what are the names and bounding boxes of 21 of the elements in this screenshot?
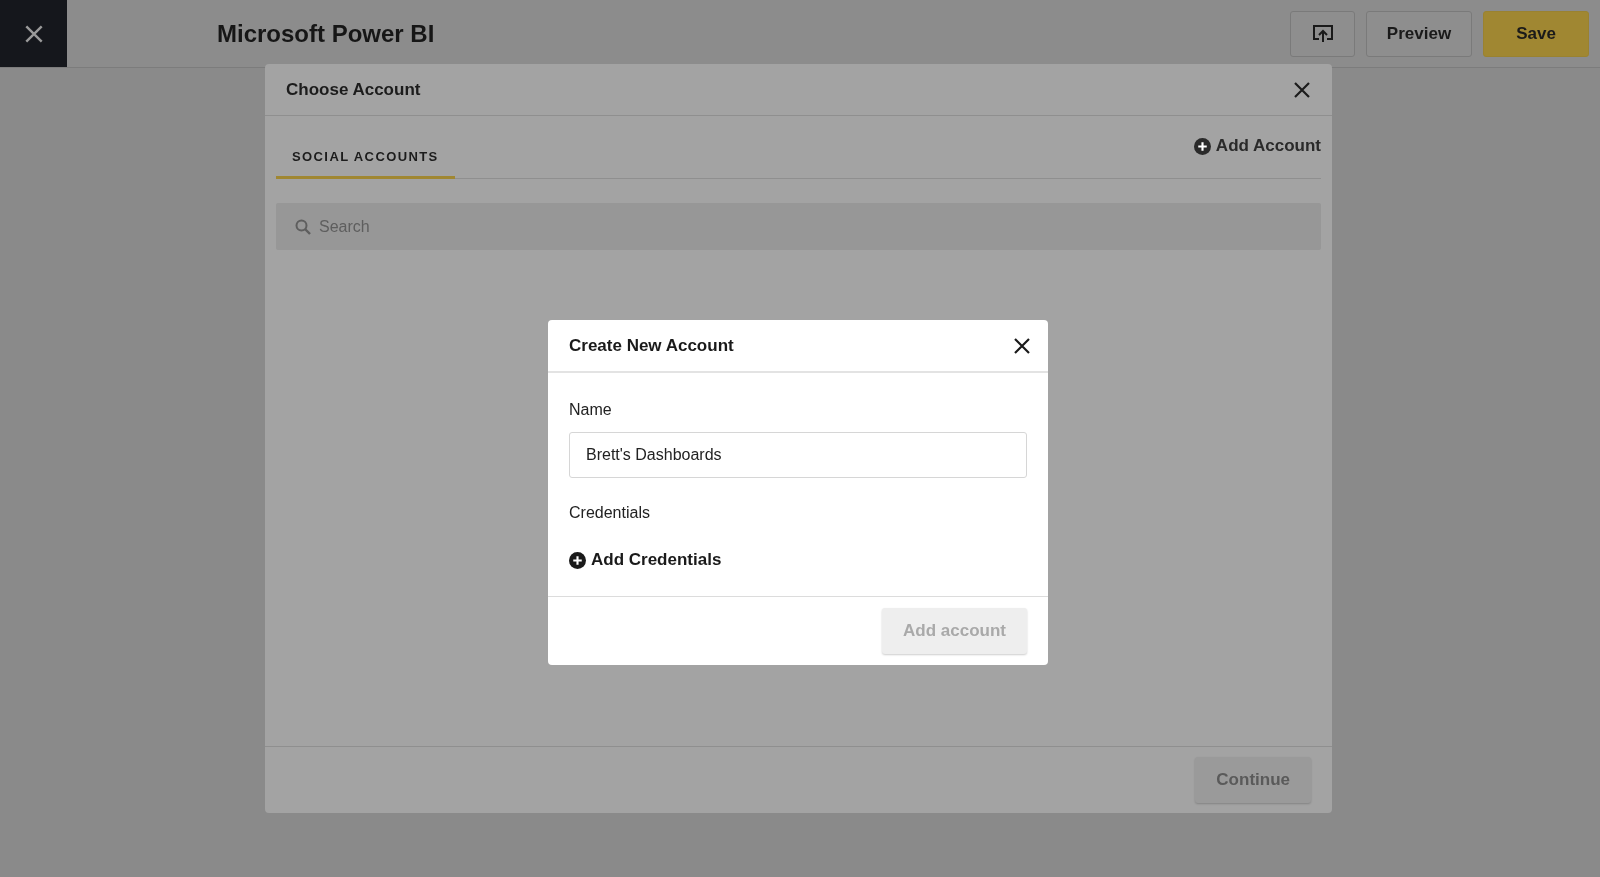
- plus-circle-icon: [569, 551, 586, 569]
- search-icon: [295, 219, 311, 235]
- upload-button[interactable]: [1290, 10, 1355, 57]
- tab[interactable]: SOCIAL ACCOUNTS: [276, 149, 455, 179]
- search-field[interactable]: Search: [276, 203, 1321, 250]
- add-account-link[interactable]: Add Account: [1193, 136, 1321, 156]
- plus-circle-icon: [1193, 137, 1211, 155]
- close-icon: [1012, 335, 1032, 356]
- close-button[interactable]: [1012, 335, 1032, 356]
- close-button[interactable]: [1292, 79, 1312, 100]
- preview-button[interactable]: Preview: [1366, 10, 1472, 57]
- app-title: Microsoft Power BI: [217, 19, 436, 48]
- upload-screen-icon: [1311, 23, 1334, 44]
- field-label: Credentials: [569, 504, 651, 522]
- close-icon: [1292, 79, 1312, 100]
- dialog-title: Create New Account: [569, 335, 734, 356]
- save-button[interactable]: Save: [1483, 10, 1589, 57]
- field-label: Name: [569, 401, 613, 419]
- dialog-title: Choose Account: [286, 79, 421, 100]
- name-input[interactable]: Brett's Dashboards: [569, 432, 1027, 478]
- add-credentials-link[interactable]: Add Credentials: [569, 550, 722, 570]
